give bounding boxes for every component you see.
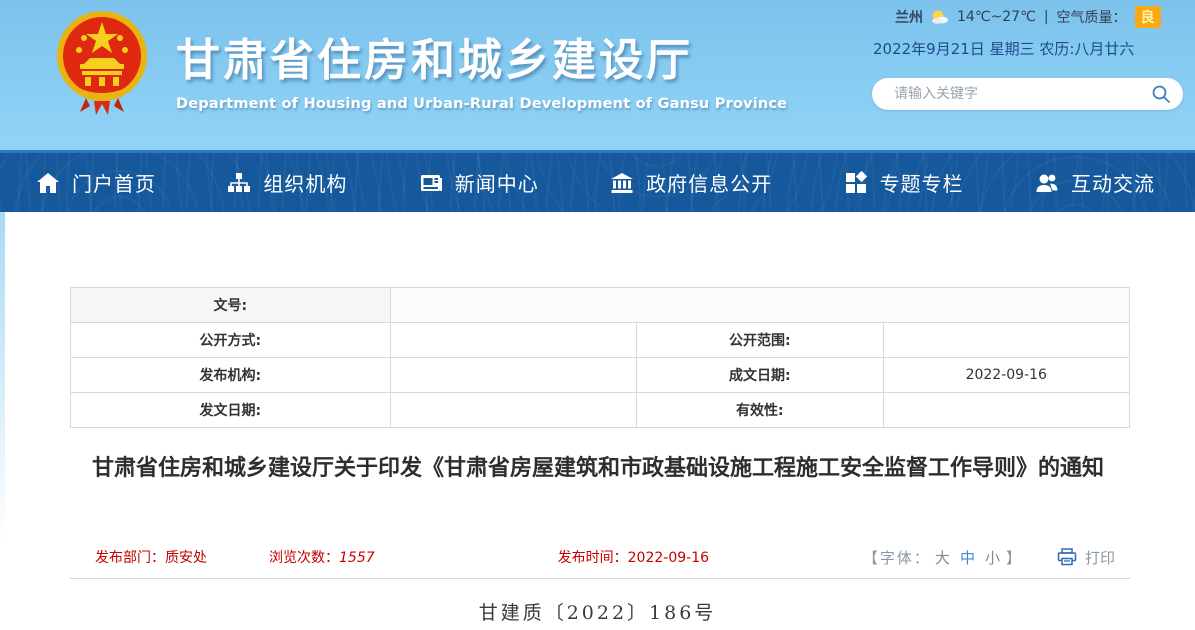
font-size-widget: 【 字体： 大 中 小 】 — [863, 547, 1023, 568]
table-row: 公开方式: 公开范围: — [71, 323, 1130, 358]
site-branding: 甘肃省住房和城乡建设厅 Department of Housing and Ur… — [176, 24, 787, 112]
nav-item-gov-info[interactable]: 政府信息公开 — [610, 168, 772, 197]
doc-number-value — [390, 288, 1129, 323]
view-count: 浏览次数：1557 — [269, 547, 375, 567]
weather-bar: 兰州 14℃~27℃ | 空气质量： 良 — [865, 6, 1185, 28]
national-emblem-logo — [56, 8, 148, 116]
publish-time-value: 2022-09-16 — [628, 550, 709, 566]
validity-label: 有效性: — [637, 393, 883, 428]
font-size-small-button[interactable]: 小 — [985, 547, 1002, 568]
font-size-large-button[interactable]: 大 — [935, 547, 952, 568]
publish-dept-value: 质安处 — [165, 550, 207, 566]
document-info-table: 文号: 公开方式: 公开范围: 发布机构: 成文日期: 2022-09-16 发… — [70, 287, 1130, 428]
font-widget-open: 【 — [863, 547, 880, 568]
content-divider — [70, 578, 1130, 579]
nav-label: 政府信息公开 — [646, 168, 772, 197]
font-size-medium-button[interactable]: 中 — [960, 547, 977, 568]
nav-item-interaction[interactable]: 互动交流 — [1035, 168, 1155, 197]
publish-time: 发布时间：2022-09-16 — [558, 547, 709, 567]
newspaper-icon — [419, 171, 443, 195]
sitemap-icon — [227, 171, 251, 195]
table-row: 发文日期: 有效性: — [71, 393, 1130, 428]
air-quality-label: 空气质量： — [1057, 7, 1127, 27]
nav-label: 组织机构 — [263, 168, 347, 197]
site-subtitle: Department of Housing and Urban-Rural De… — [176, 96, 787, 112]
header-utilities: 兰州 14℃~27℃ | 空气质量： 良 2022年9月21日 星期三 农历:八… — [865, 6, 1185, 59]
doc-number-label: 文号: — [71, 288, 391, 323]
view-count-label: 浏览次数： — [269, 550, 339, 566]
view-count-value: 1557 — [339, 550, 375, 566]
nav-label: 门户首页 — [72, 168, 156, 197]
table-row: 文号: — [71, 288, 1130, 323]
weather-city: 兰州 — [895, 7, 923, 27]
date-line: 2022年9月21日 星期三 农历:八月廿六 — [865, 38, 1185, 59]
site-title: 甘肃省住房和城乡建设厅 — [176, 24, 787, 88]
search-box — [872, 78, 1183, 110]
nav-item-news[interactable]: 新闻中心 — [419, 168, 539, 197]
weather-separator: | — [1044, 9, 1049, 25]
sun-cloud-icon — [929, 9, 949, 25]
nav-label: 新闻中心 — [455, 168, 539, 197]
open-scope-value — [883, 323, 1129, 358]
open-scope-label: 公开范围: — [637, 323, 883, 358]
issue-date-label: 发文日期: — [71, 393, 391, 428]
main-nav: 门户首页 组织机构 新闻中心 — [0, 150, 1195, 212]
open-method-label: 公开方式: — [71, 323, 391, 358]
search-icon — [1151, 84, 1171, 104]
home-icon — [36, 171, 60, 195]
page: 甘肃省住房和城乡建设厅 Department of Housing and Ur… — [0, 0, 1195, 630]
article-content: 文号: 公开方式: 公开范围: 发布机构: 成文日期: 2022-09-16 发… — [0, 212, 1195, 630]
open-method-value — [390, 323, 636, 358]
validity-value — [883, 393, 1129, 428]
written-date-value: 2022-09-16 — [883, 358, 1129, 393]
table-row: 发布机构: 成文日期: 2022-09-16 — [71, 358, 1130, 393]
issue-date-value — [390, 393, 636, 428]
nav-label: 专题专栏 — [880, 168, 964, 197]
article-title: 甘肃省住房和城乡建设厅关于印发《甘肃省房屋建筑和市政基础设施工程施工安全监督工作… — [88, 450, 1108, 488]
nav-label: 互动交流 — [1071, 168, 1155, 197]
print-label: 打印 — [1085, 547, 1115, 568]
nav-item-topics[interactable]: 专题专栏 — [844, 168, 964, 197]
search-button[interactable] — [1151, 84, 1171, 104]
font-widget-close: 】 — [1006, 547, 1023, 568]
written-date-label: 成文日期: — [637, 358, 883, 393]
article-meta-row: 发布部门：质安处 浏览次数：1557 发布时间：2022-09-16 【 字体：… — [70, 542, 1130, 572]
document-reference-number: 甘建质〔2022〕186号 — [0, 598, 1195, 625]
issuing-agency-label: 发布机构: — [71, 358, 391, 393]
nav-item-organization[interactable]: 组织机构 — [227, 168, 347, 197]
publish-time-label: 发布时间： — [558, 550, 628, 566]
font-widget-label: 字体： — [880, 547, 931, 568]
printer-icon — [1057, 548, 1077, 566]
air-quality-badge: 良 — [1135, 6, 1161, 28]
site-header: 甘肃省住房和城乡建设厅 Department of Housing and Ur… — [0, 0, 1195, 150]
search-input[interactable] — [894, 86, 1151, 102]
temperature-range: 14℃~27℃ — [957, 9, 1036, 25]
issuing-agency-value — [390, 358, 636, 393]
publish-dept: 发布部门：质安处 — [95, 547, 207, 567]
gov-building-icon — [610, 171, 634, 195]
grid-icon — [844, 171, 868, 195]
people-icon — [1035, 171, 1059, 195]
nav-item-home[interactable]: 门户首页 — [36, 168, 156, 197]
publish-dept-label: 发布部门： — [95, 550, 165, 566]
left-edge-fade — [0, 212, 5, 542]
print-button[interactable]: 打印 — [1057, 547, 1115, 568]
